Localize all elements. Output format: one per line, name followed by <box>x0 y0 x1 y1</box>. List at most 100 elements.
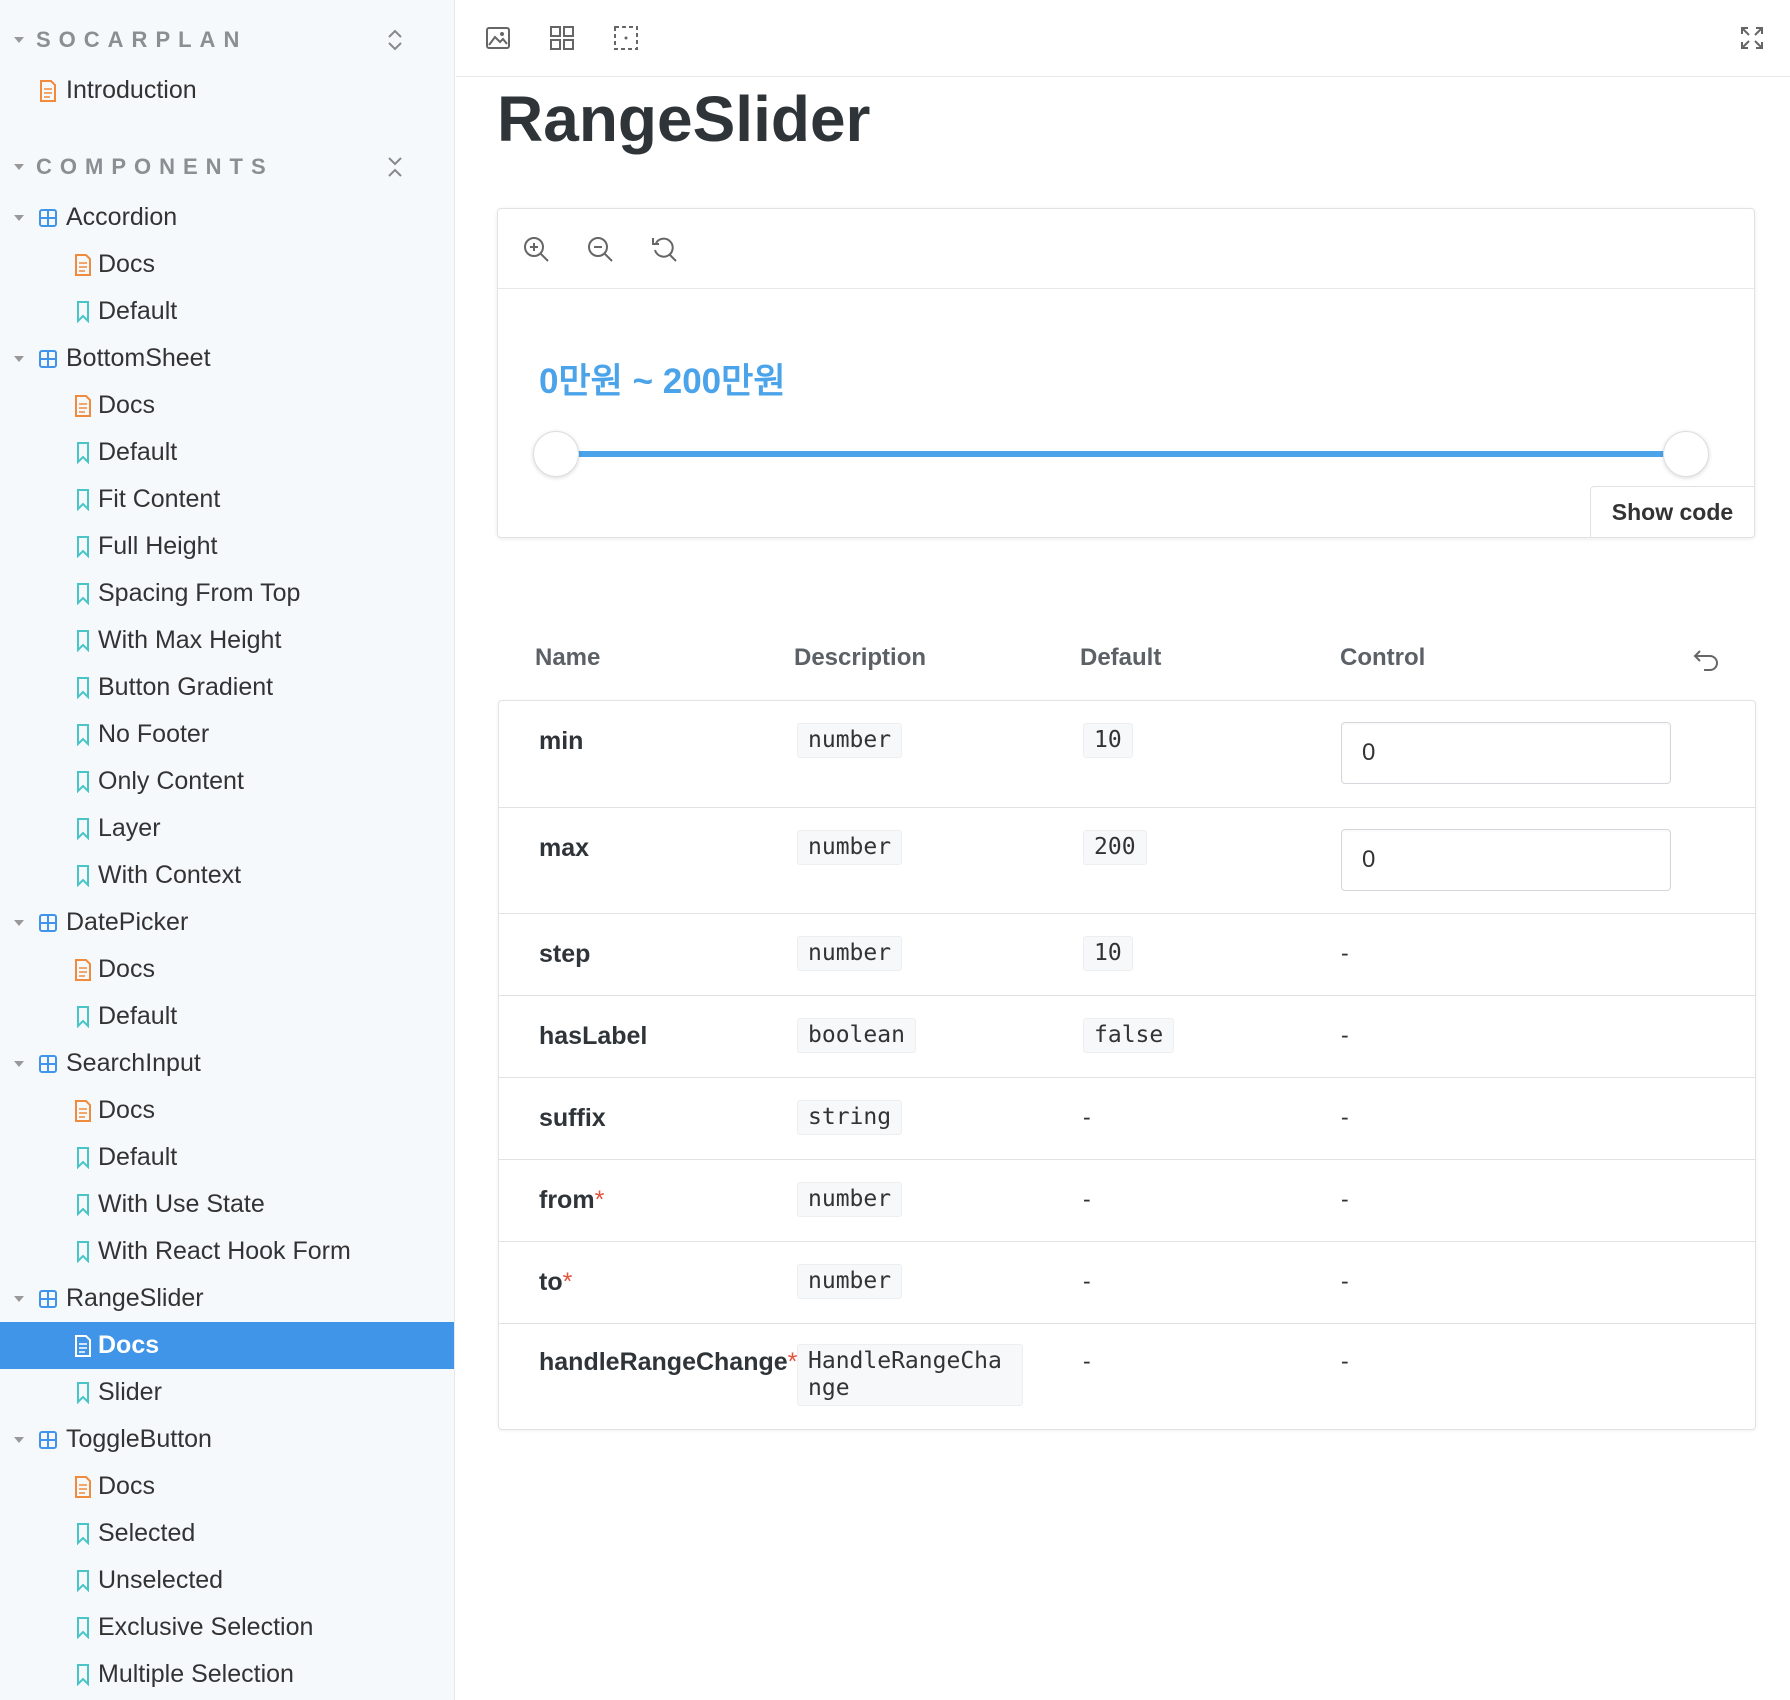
sidebar-item-label: Docs <box>98 1472 155 1500</box>
sidebar-item-default[interactable]: Default <box>0 429 454 476</box>
bookmark-icon <box>73 582 93 605</box>
sidebar-item-fit-content[interactable]: Fit Content <box>0 476 454 523</box>
sidebar-item-exclusive-selection[interactable]: Exclusive Selection <box>0 1604 454 1651</box>
arg-type: number <box>797 936 903 971</box>
caret-down-icon[interactable] <box>14 214 24 221</box>
sidebar-item-with-context[interactable]: With Context <box>0 852 454 899</box>
sidebar-item-with-react-hook-form[interactable]: With React Hook Form <box>0 1228 454 1275</box>
sidebar-item-button-gradient[interactable]: Button Gradient <box>0 664 454 711</box>
caret-down-icon <box>14 164 24 170</box>
arg-type: string <box>797 1100 903 1135</box>
caret-down-icon[interactable] <box>14 919 24 926</box>
sidebar-item-with-max-height[interactable]: With Max Height <box>0 617 454 664</box>
sidebar-item-default[interactable]: Default <box>0 993 454 1040</box>
arg-control-min-input[interactable] <box>1341 722 1671 784</box>
sidebar-item-label: Docs <box>98 391 155 419</box>
bookmark-icon <box>73 770 93 793</box>
sidebar-item-full-height[interactable]: Full Height <box>0 523 454 570</box>
table-row: handleRangeChange* HandleRangeChange - - <box>499 1323 1755 1429</box>
sidebar-item-spacing-from-top[interactable]: Spacing From Top <box>0 570 454 617</box>
caret-down-icon[interactable] <box>14 1436 24 1443</box>
arg-default: - <box>1083 1186 1091 1212</box>
sidebar-item-default[interactable]: Default <box>0 1134 454 1181</box>
args-table-body: minnumber10maxnumber200stepnumber10-hasL… <box>498 700 1756 1430</box>
sidebar-item-label: Multiple Selection <box>98 1660 294 1688</box>
sidebar-item-docs[interactable]: Docs <box>0 946 454 993</box>
sidebar-item-docs[interactable]: Docs <box>0 1463 454 1510</box>
zoom-out-icon[interactable] <box>584 233 616 265</box>
arg-name-text: from <box>539 1186 595 1214</box>
sidebar-item-slider[interactable]: Slider <box>0 1369 454 1416</box>
sidebar-item-datepicker[interactable]: DatePicker <box>0 899 454 946</box>
range-slider-thumb-from[interactable] <box>533 431 579 477</box>
collapse-all-icon[interactable] <box>380 152 410 182</box>
bookmark-icon <box>73 1146 93 1169</box>
sidebar-item-multiple-selection[interactable]: Multiple Selection <box>0 1651 454 1698</box>
bookmark-icon <box>73 1240 93 1263</box>
sidebar-item-bottomsheet[interactable]: BottomSheet <box>0 335 454 382</box>
caret-down-icon[interactable] <box>14 1295 24 1302</box>
sidebar-item-docs[interactable]: Docs <box>0 382 454 429</box>
sidebar-item-searchinput[interactable]: SearchInput <box>0 1040 454 1087</box>
arg-control-empty: - <box>1341 1022 1349 1048</box>
sidebar-item-unselected[interactable]: Unselected <box>0 1557 454 1604</box>
expand-all-icon[interactable] <box>380 25 410 55</box>
arg-name: to* <box>539 1268 572 1297</box>
bookmark-icon <box>73 864 93 887</box>
sidebar-section-components[interactable]: COMPONENTS <box>0 147 454 187</box>
arg-type: number <box>797 723 903 758</box>
sidebar-item-with-use-state[interactable]: With Use State <box>0 1181 454 1228</box>
sidebar-item-selected[interactable]: Selected <box>0 1510 454 1557</box>
column-header-default: Default <box>1080 644 1162 671</box>
sidebar-item-docs[interactable]: Docs <box>0 241 454 288</box>
zoom-in-icon[interactable] <box>520 233 552 265</box>
outline-icon[interactable] <box>610 22 642 54</box>
range-slider-thumb-to[interactable] <box>1663 431 1709 477</box>
caret-down-icon[interactable] <box>14 1060 24 1067</box>
reset-zoom-icon[interactable] <box>648 233 680 265</box>
sidebar-section-socarplan[interactable]: SOCARPLAN <box>0 20 454 60</box>
page-title: RangeSlider <box>497 83 871 155</box>
fullscreen-icon[interactable] <box>1736 22 1768 54</box>
table-row: min number 10 <box>499 701 1755 807</box>
arg-name: step <box>539 940 590 969</box>
sidebar-item-layer[interactable]: Layer <box>0 805 454 852</box>
bookmark-icon <box>73 1616 93 1639</box>
sidebar-item-rangeslider[interactable]: RangeSlider <box>0 1275 454 1322</box>
sidebar-item-togglebutton[interactable]: ToggleButton <box>0 1416 454 1463</box>
bookmark-icon <box>73 488 93 511</box>
arg-default: 10 <box>1083 723 1133 758</box>
bookmark-icon <box>73 1193 93 1216</box>
image-icon[interactable] <box>482 22 514 54</box>
range-slider-track[interactable] <box>563 451 1693 457</box>
reset-args-icon[interactable] <box>1690 644 1722 676</box>
document-icon <box>38 79 58 102</box>
bookmark-icon <box>73 817 93 840</box>
required-mark: * <box>787 1348 798 1376</box>
sidebar-item-docs[interactable]: Docs <box>0 1322 454 1369</box>
sidebar-item-default[interactable]: Default <box>0 288 454 335</box>
sidebar-item-only-content[interactable]: Only Content <box>0 758 454 805</box>
sidebar-item-no-footer[interactable]: No Footer <box>0 711 454 758</box>
arg-control-empty: - <box>1341 1348 1349 1374</box>
grid-icon[interactable] <box>546 22 578 54</box>
sidebar-item-label: RangeSlider <box>66 1284 204 1312</box>
table-row: hasLabel boolean false - <box>499 995 1755 1077</box>
story-preview: 0만원 ~ 200만원 Show code <box>497 208 1755 538</box>
arg-default: - <box>1083 1268 1091 1294</box>
caret-down-icon[interactable] <box>14 355 24 362</box>
sidebar-item-label: Default <box>98 438 178 466</box>
bookmark-icon <box>73 300 93 323</box>
arg-control-max-input[interactable] <box>1341 829 1671 891</box>
sidebar-item-accordion[interactable]: Accordion <box>0 194 454 241</box>
sidebar-item-introduction[interactable]: Introduction <box>0 67 454 114</box>
sidebar-item-docs[interactable]: Docs <box>0 1087 454 1134</box>
sidebar-item-label: Unselected <box>98 1566 224 1594</box>
arg-type: number <box>797 1182 903 1217</box>
column-header-control: Control <box>1340 644 1426 671</box>
arg-type: number <box>797 830 903 865</box>
sidebar-item-label: Docs <box>98 955 155 983</box>
arg-name-text: step <box>539 940 591 968</box>
arg-name: hasLabel <box>539 1022 647 1051</box>
show-code-button[interactable]: Show code <box>1590 486 1755 538</box>
